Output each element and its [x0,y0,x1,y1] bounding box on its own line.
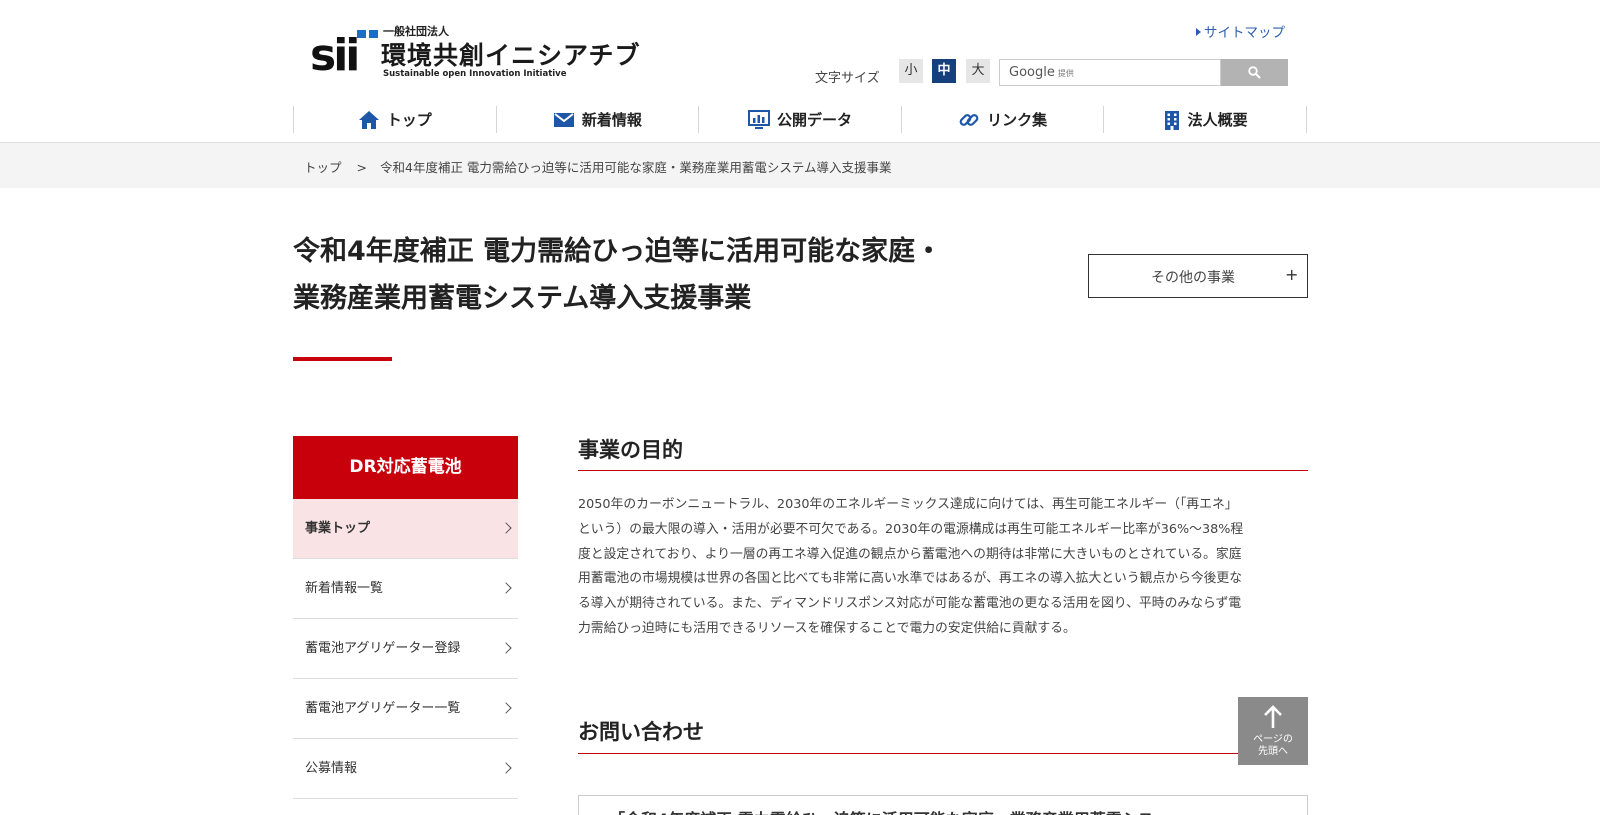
breadcrumb: トップ > 令和4年度補正 電力需給ひっ迫等に活用可能な家庭・業務産業用蓄電システム… [0,143,1600,188]
home-icon [358,110,379,129]
sitemap-label: サイトマップ [1204,25,1285,41]
chevron-right-icon [500,642,512,654]
logo-mark-text: sii [310,30,357,76]
purpose-line: 度と設定されており、より一層の再エネ導入促進の観点から蓄電池への期待は非常に大き… [578,546,1242,562]
purpose-line: 力需給ひっ迫時にも活用できるリソースを確保することで電力の安定供給に貢献する。 [578,620,1076,636]
nav-item-label: 公開データ [776,111,852,129]
contact-box: 「令和4年度補正 電力需給ひっ迫等に活用可能な家庭・業務産業用蓄電シス [578,795,1308,815]
purpose-line: 2050年のカーボンニュートラル、2030年のエネルギーミックス達成に向けては、… [578,497,1238,512]
contact-box-title: 「令和4年度補正 電力需給ひっ迫等に活用可能な家庭・業務産業用蓄電シス [609,806,1154,815]
page-title-line2: 業務産業用蓄電システム導入支援事業 [293,283,752,314]
site-logo[interactable]: sii 一般社団法人 環境共創イニシアチブ Sustainable open I… [310,22,655,84]
sidebar-item-aggregator-registration[interactable]: 蓄電池アグリゲーター登録 [293,619,518,679]
breadcrumb-home-link[interactable]: トップ [304,160,342,175]
breadcrumb-current: 令和4年度補正 電力需給ひっ迫等に活用可能な家庭・業務産業用蓄電システム導入支援… [380,160,892,175]
building-icon [1164,110,1179,130]
chevron-right-icon [500,702,512,714]
search-placeholder: Google [1009,65,1055,80]
font-size-label: 文字サイズ [815,71,880,86]
sidebar-item-public-offering[interactable]: 公募情報 [293,739,518,799]
site-header: sii 一般社団法人 環境共創イニシアチブ Sustainable open I… [0,0,1600,140]
nav-item-label: 法人概要 [1187,111,1248,129]
purpose-body: 2050年のカーボンニュートラル、2030年のエネルギーミックス達成に向けては、… [578,493,1308,642]
sidebar-item-aggregator-list[interactable]: 蓄電池アグリゲーター一覧 [293,679,518,739]
sidebar-item-news-list[interactable]: 新着情報一覧 [293,559,518,619]
nav-item-label: 新着情報 [581,111,642,129]
page-title-line1: 令和4年度補正 電力需給ひっ迫等に活用可能な家庭・ [293,236,943,267]
google-search-watermark: Google 提供 [1009,65,1074,80]
breadcrumb-separator: > [356,160,367,175]
sidebar-item-label: 事業トップ [305,521,371,536]
breadcrumb-trail: トップ > 令和4年度補正 電力需給ひっ迫等に活用可能な家庭・業務産業用蓄電システム… [304,157,892,176]
other-projects-label: その他の事業 [1151,270,1235,286]
nav-item-news[interactable]: 新着情報 [495,106,699,133]
other-projects-button[interactable]: その他の事業 + [1088,254,1308,298]
purpose-line: 用蓄電池の市場規模は世界の各国と比べても非常に高い水準ではあるが、再エネの導入拡… [578,571,1243,587]
arrow-up-icon [1264,705,1282,728]
nav-item-public-data[interactable]: 公開データ [698,106,901,133]
page-top-label-line1: ページの [1253,734,1293,745]
logo-name: 環境共創イニシアチブ [381,41,641,70]
nav-item-label: トップ [386,111,432,129]
purpose-line: る導入が期待されている。また、ディマンドリスポンス対応が可能な蓄電池の更なる活用… [578,596,1242,612]
sidebar: DR対応蓄電池 事業トップ 新着情報一覧 蓄電池アグリゲーター登録 蓄電池アグリ… [293,436,518,799]
chevron-right-icon [500,582,512,594]
purpose-line: という）の最大限の導入・活用が必要不可欠である。2030年の電源構成は再生可能エ… [578,521,1244,537]
font-size-small-button[interactable]: 小 [899,59,923,83]
chevron-right-icon [500,522,512,534]
search-provided-by: 提供 [1057,69,1074,78]
nav-item-top[interactable]: トップ [293,106,496,133]
global-nav: トップ 新着情報 公開データ リンク集 法人概要 [293,106,1307,133]
nav-item-label: リンク集 [987,111,1048,129]
sitemap-link[interactable]: サイトマップ [1196,21,1285,41]
search-icon [1248,66,1261,79]
sidebar-item-label: 新着情報一覧 [305,581,384,596]
sidebar-item-project-top[interactable]: 事業トップ [293,499,518,559]
sidebar-heading: DR対応蓄電池 [293,436,518,499]
logo-subtitle: Sustainable open Innovation Initiative [383,69,567,79]
monitor-chart-icon [747,109,770,129]
search-input[interactable]: Google 提供 [999,59,1221,86]
page-top-label-line2: 先頭へ [1258,746,1288,757]
triangle-right-icon [1196,28,1201,36]
nav-item-links[interactable]: リンク集 [900,106,1104,133]
link-icon [959,113,979,126]
chevron-right-icon [500,762,512,774]
sidebar-item-label: 蓄電池アグリゲーター一覧 [305,701,461,716]
contact-heading-underline [578,753,1308,754]
search-button[interactable] [1221,59,1288,86]
font-size-medium-button[interactable]: 中 [932,59,956,83]
mail-icon [553,112,574,127]
title-accent-bar [293,357,392,361]
page-top-button[interactable]: ページの 先頭へ [1238,697,1308,765]
sidebar-item-label: 公募情報 [305,761,358,776]
nav-item-about[interactable]: 法人概要 [1103,106,1307,133]
page-top-label: ページの 先頭へ [1238,734,1308,758]
purpose-heading-underline [578,470,1308,471]
font-size-large-button[interactable]: 大 [966,59,990,83]
sidebar-item-label: 蓄電池アグリゲーター登録 [305,641,461,656]
contact-heading: お問い合わせ [578,720,704,744]
plus-icon: + [1285,265,1299,284]
page-title: 令和4年度補正 電力需給ひっ迫等に活用可能な家庭・ 業務産業用蓄電システム導入支… [293,228,1073,322]
sii-logo-mark: sii [310,30,378,76]
purpose-heading: 事業の目的 [578,438,683,462]
